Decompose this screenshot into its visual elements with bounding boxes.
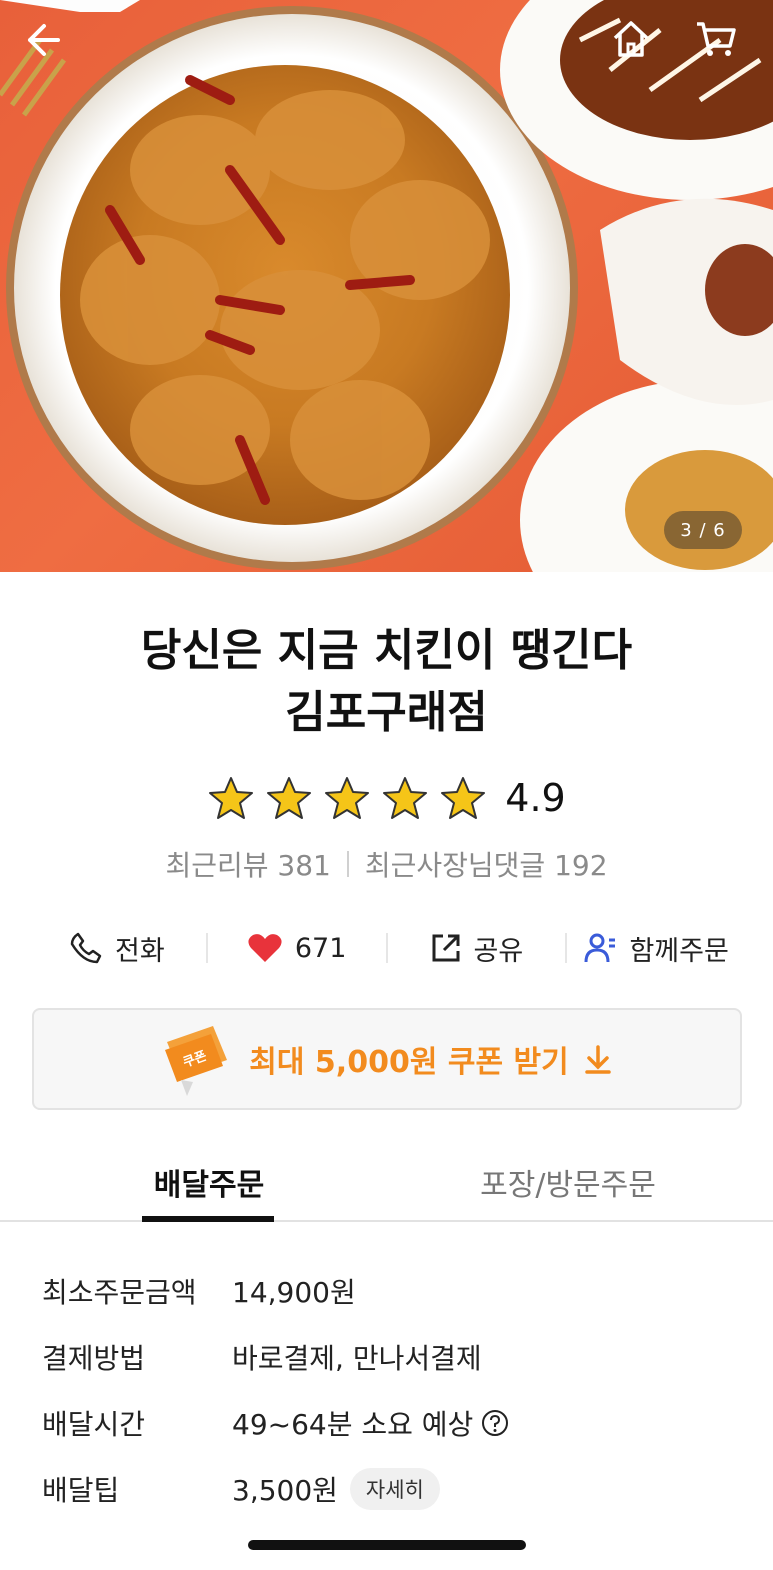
cart-icon bbox=[697, 22, 736, 56]
delivery-time-value: 49~64분 소요 예상 bbox=[232, 1408, 474, 1441]
group-user-icon bbox=[584, 933, 616, 963]
store-hero-image[interactable]: 3 / 6 bbox=[0, 0, 773, 572]
home-button[interactable] bbox=[610, 18, 668, 76]
home-indicator-bar bbox=[248, 1540, 526, 1550]
image-page-indicator: 3 / 6 bbox=[664, 511, 742, 549]
info-label: 배달팁 bbox=[42, 1474, 120, 1507]
heart-icon bbox=[248, 934, 282, 962]
info-row-payment: 결제방법 바로결제, 만나서결제 bbox=[42, 1324, 742, 1390]
info-value: 3,500원 bbox=[232, 1474, 338, 1507]
star-icon bbox=[441, 777, 486, 819]
like-button[interactable]: 671 bbox=[208, 932, 386, 964]
fried-chicken-photo bbox=[0, 0, 773, 572]
tab-pickup[interactable]: 포장/방문주문 bbox=[418, 1140, 718, 1220]
owner-replies-link[interactable]: 최근사장님댓글 192 bbox=[365, 844, 608, 884]
question-mark-icon[interactable] bbox=[481, 1409, 509, 1437]
delivery-tip-detail-button[interactable]: 자세히 bbox=[349, 1468, 440, 1510]
phone-icon bbox=[70, 932, 102, 964]
info-row-min-order: 최소주문금액 14,900원 bbox=[42, 1258, 742, 1324]
store-title-line1: 당신은 지금 치킨이 땡긴다 bbox=[140, 625, 633, 676]
info-value: 14,900원 bbox=[232, 1276, 356, 1309]
info-row-delivery-tip: 배달팁 3,500원 자세히 bbox=[42, 1456, 742, 1522]
call-button[interactable]: 전화 bbox=[28, 929, 206, 968]
review-summary: 최근리뷰 381 최근사장님댓글 192 bbox=[0, 844, 773, 884]
home-icon bbox=[613, 21, 649, 57]
share-icon bbox=[432, 934, 460, 962]
call-label: 전화 bbox=[115, 935, 165, 967]
info-value: 49~64분 소요 예상 bbox=[232, 1403, 509, 1443]
tab-delivery-label: 배달주문 bbox=[153, 1168, 265, 1203]
back-arrow-icon bbox=[28, 24, 60, 56]
rating-row[interactable]: 4.9 bbox=[0, 770, 773, 826]
coupon-text: 최대 5,000원 쿠폰 받기 bbox=[249, 1045, 569, 1080]
store-title: 당신은 지금 치킨이 땡긴다 김포구래점 bbox=[0, 620, 773, 744]
tab-pickup-label: 포장/방문주문 bbox=[480, 1168, 656, 1203]
info-label: 최소주문금액 bbox=[42, 1276, 197, 1309]
group-order-button[interactable]: 함께주문 bbox=[567, 929, 745, 968]
info-label: 결제방법 bbox=[42, 1342, 146, 1375]
coupon-ticket-icon: 쿠폰 bbox=[165, 1026, 228, 1096]
order-type-tabs: 배달주문 포장/방문주문 bbox=[0, 1140, 773, 1222]
info-row-delivery-time: 배달시간 49~64분 소요 예상 bbox=[42, 1390, 742, 1456]
recent-reviews-link[interactable]: 최근리뷰 381 bbox=[165, 844, 330, 884]
star-icon bbox=[383, 777, 428, 819]
store-title-line2: 김포구래점 bbox=[285, 687, 488, 738]
back-button[interactable] bbox=[22, 20, 78, 76]
share-label: 공유 bbox=[473, 935, 524, 967]
delivery-info: 최소주문금액 14,900원 결제방법 바로결제, 만나서결제 배달시간 49~… bbox=[42, 1258, 742, 1522]
like-count: 671 bbox=[294, 932, 347, 964]
group-order-label: 함께주문 bbox=[629, 935, 729, 967]
star-icon bbox=[325, 777, 370, 819]
share-button[interactable]: 공유 bbox=[388, 929, 566, 968]
divider bbox=[346, 851, 349, 877]
info-value: 바로결제, 만나서결제 bbox=[232, 1342, 482, 1375]
rating-value: 4.9 bbox=[505, 776, 566, 820]
coupon-download-button[interactable]: 쿠폰 최대 5,000원 쿠폰 받기 bbox=[32, 1008, 742, 1110]
store-actions: 전화 671 공유 함께주문 bbox=[28, 920, 745, 976]
info-label: 배달시간 bbox=[42, 1408, 146, 1441]
star-icon bbox=[209, 777, 254, 819]
cart-button[interactable] bbox=[694, 18, 752, 76]
download-arrow-icon bbox=[584, 1045, 611, 1074]
star-icon bbox=[267, 777, 312, 819]
active-tab-indicator bbox=[142, 1216, 274, 1222]
tab-delivery[interactable]: 배달주문 bbox=[0, 1140, 418, 1222]
